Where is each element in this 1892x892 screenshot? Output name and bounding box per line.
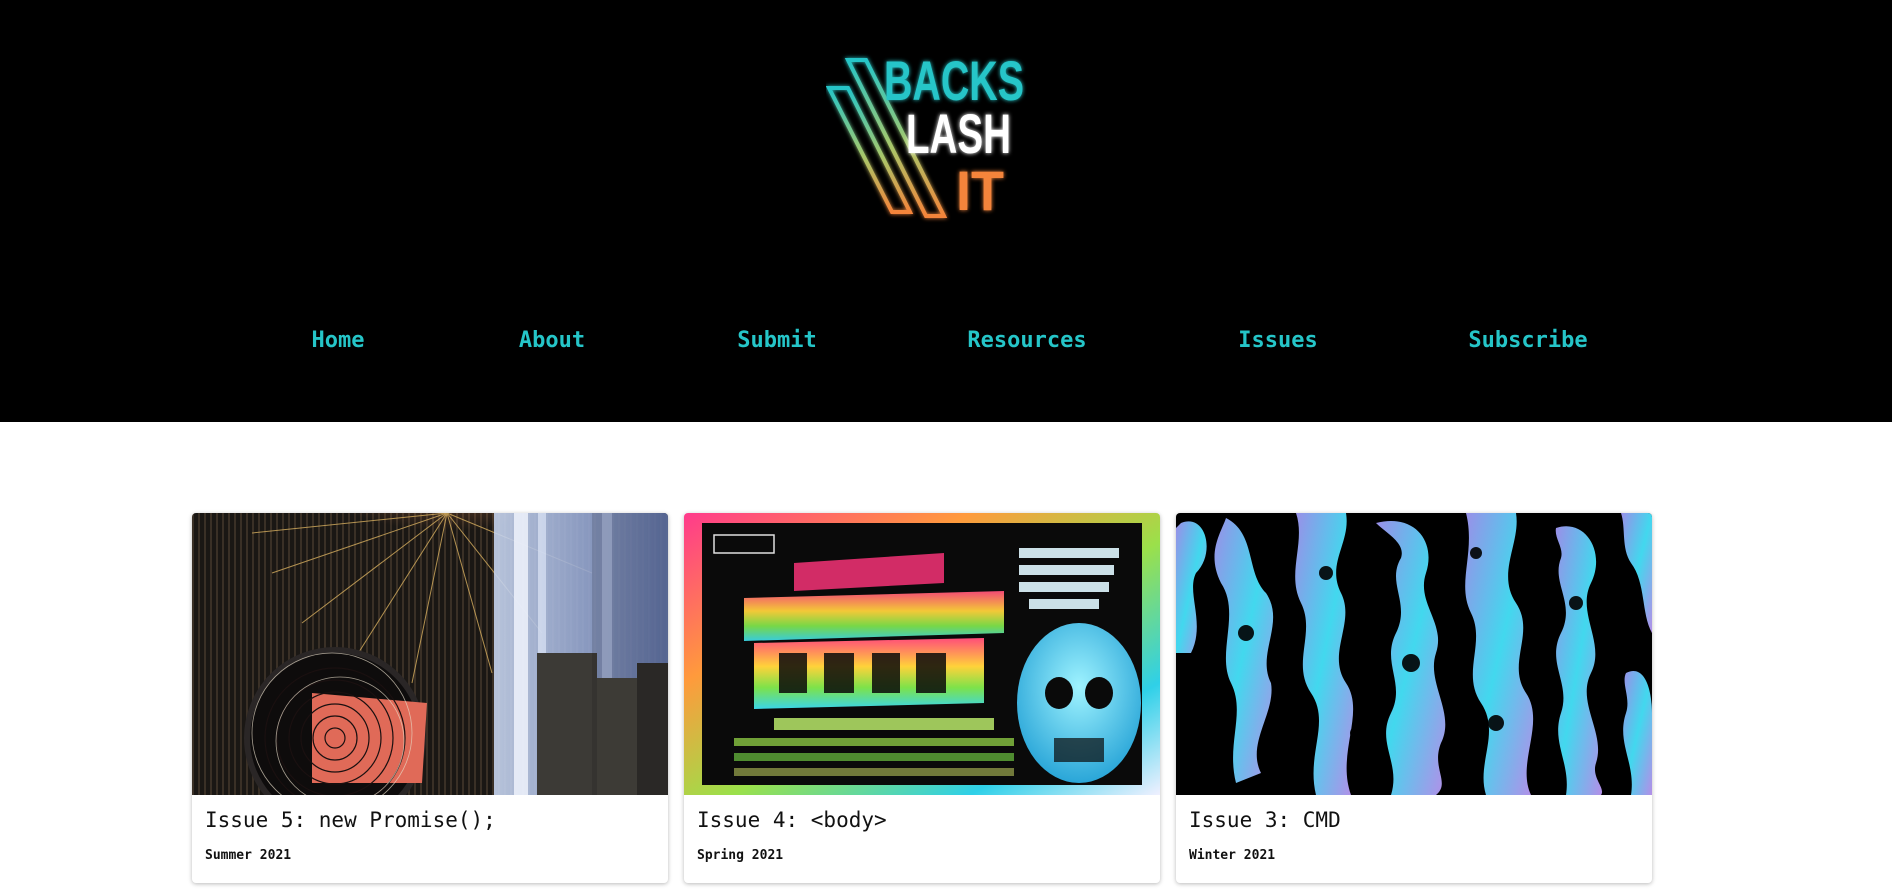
nav-home[interactable]: Home [312,328,365,353]
issue-date: Spring 2021 [697,848,784,863]
nav-resources[interactable]: Resources [967,328,1086,353]
issue-title[interactable]: Issue 5: new Promise(); [205,808,496,832]
main-nav: Home About Submit Resources Issues Subsc… [0,328,1892,364]
issue-card-3[interactable]: Issue 3: CMD Winter 2021 [1176,513,1652,883]
logo-text-line2: LASH [906,102,1011,165]
nav-submit[interactable]: Submit [737,328,816,353]
logo-text-line3: IT [956,159,1004,222]
issue-date: Summer 2021 [205,848,292,863]
issue-title[interactable]: Issue 4: <body> [697,808,887,832]
nav-subscribe[interactable]: Subscribe [1468,328,1587,353]
issue-date: Winter 2021 [1189,848,1276,863]
nav-about[interactable]: About [519,328,585,353]
issue-card-5[interactable]: Issue 5: new Promise(); Summer 2021 [192,513,668,883]
logo-graphic: BACKS LASH IT [826,50,1024,222]
issue-3-cover-image[interactable] [1176,513,1652,795]
backslash-lit-logo[interactable]: BACKS LASH IT [826,50,1076,230]
issue-title[interactable]: Issue 3: CMD [1189,808,1341,832]
issue-card-4[interactable]: Issue 4: <body> Spring 2021 [684,513,1160,883]
issue-4-cover-image[interactable] [684,513,1160,795]
issue-5-cover-image[interactable] [192,513,668,795]
nav-issues[interactable]: Issues [1238,328,1317,353]
site-header: BACKS LASH IT Home About Submit Resource… [0,0,1892,422]
